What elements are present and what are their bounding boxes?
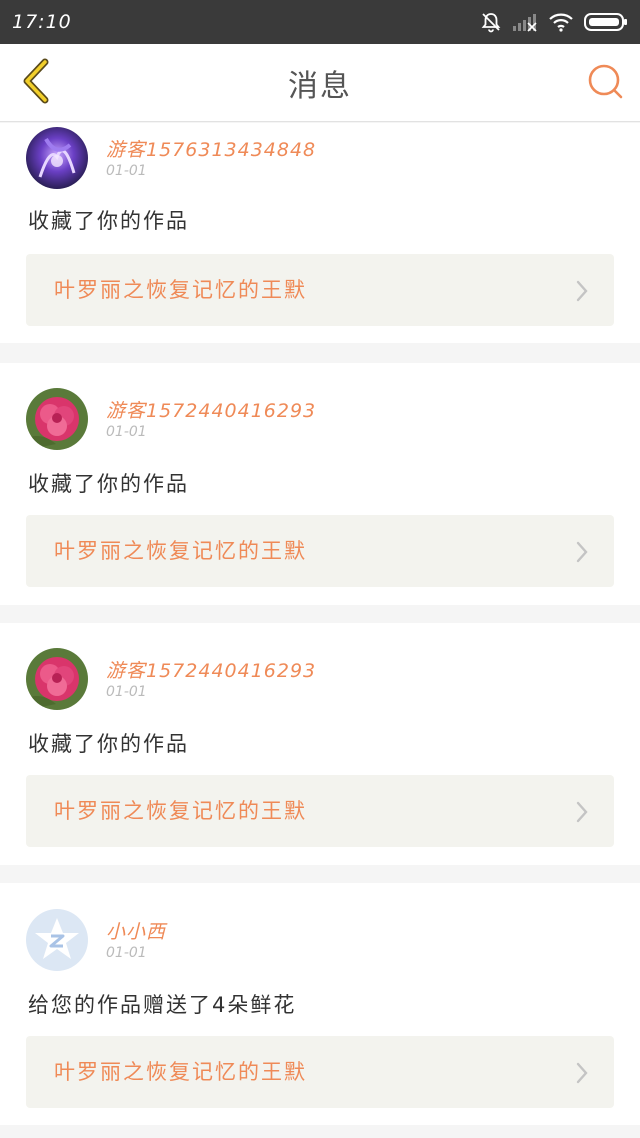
message-card: 小小西 01-01 给您的作品赠送了4朵鲜花 叶罗丽之恢复记忆的王默 (0, 883, 640, 1125)
back-button[interactable] (14, 58, 58, 108)
status-bar: 17:10 (0, 0, 640, 44)
work-link[interactable]: 叶罗丽之恢复记忆的王默 (26, 515, 614, 587)
avatar[interactable] (26, 648, 88, 710)
username[interactable]: 游客1572440416293 (106, 396, 316, 423)
message-card: 游客1572440416293 01-01 收藏了你的作品 叶罗丽之恢复记忆的王… (0, 363, 640, 605)
work-link[interactable]: 叶罗丽之恢复记忆的王默 (26, 1036, 614, 1108)
search-icon (586, 62, 624, 104)
message-date: 01-01 (106, 424, 147, 440)
wifi-icon (548, 12, 574, 32)
chevron-right-icon (576, 1062, 588, 1088)
message-card: 游客1576313434848 01-01 收藏了你的作品 叶罗丽之恢复记忆的王… (0, 123, 640, 343)
message-list[interactable]: 游客1576313434848 01-01 收藏了你的作品 叶罗丽之恢复记忆的王… (0, 123, 640, 1138)
work-title: 叶罗丽之恢复记忆的王默 (54, 1060, 307, 1084)
username[interactable]: 游客1572440416293 (106, 656, 316, 683)
message-card: 游客1572440416293 01-01 收藏了你的作品 叶罗丽之恢复记忆的王… (0, 623, 640, 865)
message-date: 01-01 (106, 163, 147, 179)
message-action: 收藏了你的作品 (28, 209, 189, 233)
username[interactable]: 游客1576313434848 (106, 135, 316, 162)
header: 消息 (0, 44, 640, 122)
work-title: 叶罗丽之恢复记忆的王默 (54, 278, 307, 302)
avatar[interactable] (26, 388, 88, 450)
status-time: 17:10 (12, 11, 72, 33)
page-title: 消息 (288, 69, 352, 104)
chevron-left-icon (19, 58, 53, 108)
status-icons (480, 11, 628, 33)
message-action: 收藏了你的作品 (28, 472, 189, 496)
username[interactable]: 小小西 (106, 917, 166, 944)
avatar[interactable] (26, 909, 88, 971)
work-title: 叶罗丽之恢复记忆的王默 (54, 539, 307, 563)
chevron-right-icon (576, 541, 588, 567)
battery-icon (584, 12, 628, 32)
message-date: 01-01 (106, 945, 147, 961)
message-action: 给您的作品赠送了4朵鲜花 (28, 993, 297, 1017)
message-date: 01-01 (106, 684, 147, 700)
work-link[interactable]: 叶罗丽之恢复记忆的王默 (26, 775, 614, 847)
chevron-right-icon (576, 801, 588, 827)
work-link[interactable]: 叶罗丽之恢复记忆的王默 (26, 254, 614, 326)
message-action: 收藏了你的作品 (28, 732, 189, 756)
chevron-right-icon (576, 280, 588, 306)
avatar[interactable] (26, 127, 88, 189)
signal-icon (512, 12, 538, 32)
search-button[interactable] (584, 62, 626, 104)
bell-muted-icon (480, 11, 502, 33)
work-title: 叶罗丽之恢复记忆的王默 (54, 799, 307, 823)
